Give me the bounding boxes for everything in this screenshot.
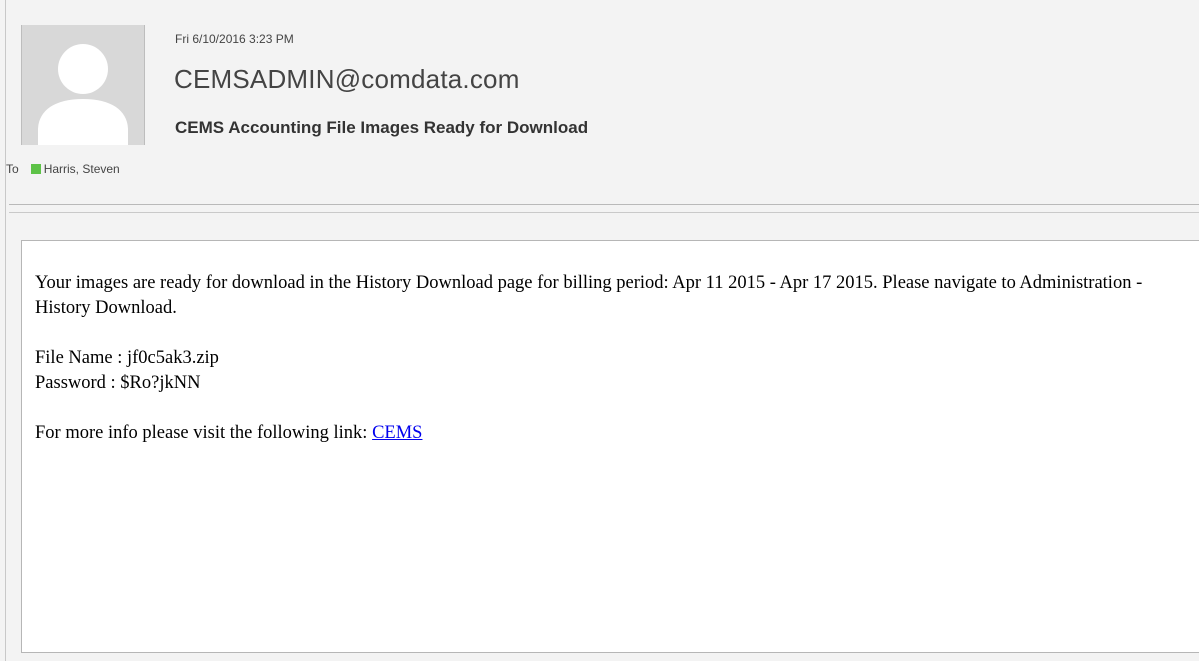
- recipient-name[interactable]: Harris, Steven: [44, 162, 120, 176]
- message-header: Fri 6/10/2016 3:23 PM CEMSADMIN@comdata.…: [0, 0, 1199, 200]
- presence-status-icon: [30, 164, 41, 174]
- person-silhouette-icon: [22, 25, 144, 145]
- body-paragraph: Your images are ready for download in th…: [35, 273, 1143, 318]
- message-body: Your images are ready for download in th…: [21, 240, 1199, 653]
- header-divider: [9, 204, 1199, 205]
- sent-date: Fri 6/10/2016 3:23 PM: [175, 32, 294, 46]
- cems-link[interactable]: CEMS: [372, 423, 422, 443]
- recipients-row: To Harris, Steven: [6, 162, 120, 176]
- file-details: File Name : jf0c5ak3.zip Password : $Ro?…: [35, 346, 1175, 396]
- file-name-line: File Name : jf0c5ak3.zip: [35, 348, 219, 368]
- password-line: Password : $Ro?jkNN: [35, 373, 201, 393]
- message-subject: CEMS Accounting File Images Ready for Do…: [175, 118, 589, 137]
- message-body-text: Your images are ready for download in th…: [35, 271, 1175, 471]
- header-divider-secondary: [9, 212, 1199, 213]
- to-label: To: [6, 162, 19, 176]
- link-paragraph: For more info please visit the following…: [35, 421, 1175, 446]
- sender-address[interactable]: CEMSADMIN@comdata.com: [174, 64, 520, 95]
- link-intro: For more info please visit the following…: [35, 423, 373, 443]
- sender-avatar[interactable]: [21, 25, 145, 145]
